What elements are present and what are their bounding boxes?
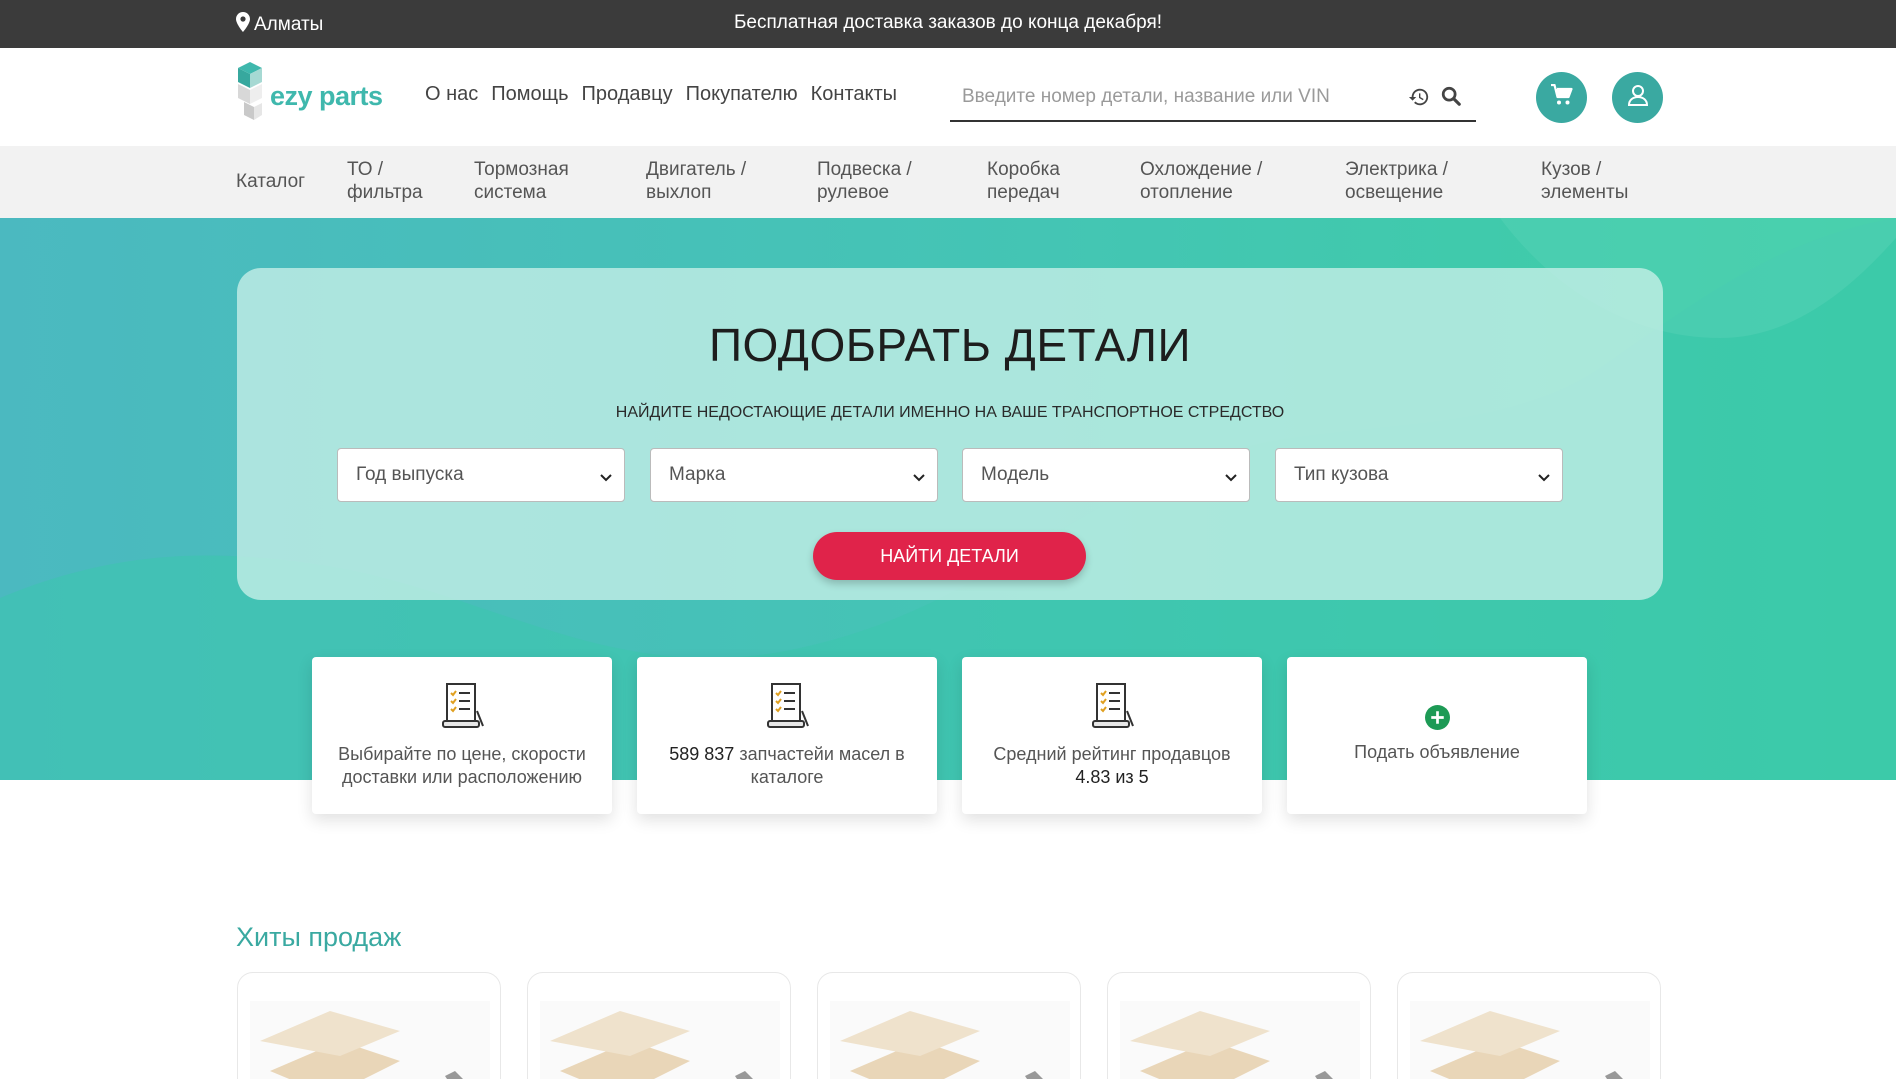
parts-finder-panel: ПОДОБРАТЬ ДЕТАЛИ НАЙДИТЕ НЕДОСТАЮЩИЕ ДЕТ…	[237, 268, 1663, 600]
product-box-image	[1120, 1001, 1360, 1079]
finder-title: ПОДОБРАТЬ ДЕТАЛИ	[708, 319, 1192, 371]
chevron-down-icon	[1538, 469, 1550, 487]
product-box-image	[830, 1001, 1070, 1079]
category-engine-exhaust[interactable]: Двигатель / выхлоп	[646, 158, 746, 204]
product-card[interactable]	[1107, 972, 1371, 1079]
make-select[interactable]: Марка	[650, 448, 938, 502]
category-transmission[interactable]: Коробка передач	[987, 158, 1060, 204]
history-icon[interactable]	[1408, 86, 1430, 113]
nav-buyer[interactable]: Покупателю	[686, 83, 798, 106]
find-parts-button[interactable]: НАЙТИ ДЕТАЛИ	[813, 532, 1086, 580]
city-selector[interactable]: Алматы	[236, 12, 323, 38]
category-electrics-lighting[interactable]: Электрика / освещение	[1345, 158, 1448, 204]
feature-card-choice: Выбирайте по цене, скорости доставки или…	[312, 657, 612, 814]
chevron-down-icon	[1225, 469, 1237, 487]
logo-text: ezy parts	[270, 81, 383, 111]
product-card[interactable]	[817, 972, 1081, 1079]
document-checklist-icon	[762, 681, 812, 736]
nav-contacts[interactable]: Контакты	[811, 83, 897, 106]
city-label: Алматы	[254, 14, 324, 35]
product-box-image	[540, 1001, 780, 1079]
feature-card-catalog-count: 589 837 запчастейи масел в каталоге	[637, 657, 937, 814]
logo-cube-icon	[236, 60, 266, 133]
document-checklist-icon	[1087, 681, 1137, 736]
post-ad-label: Подать объявление	[1354, 742, 1520, 762]
category-body-parts[interactable]: Кузов / элементы	[1541, 158, 1628, 204]
location-pin-icon	[236, 12, 250, 38]
nav-help[interactable]: Помощь	[491, 83, 568, 106]
cart-button[interactable]	[1536, 72, 1587, 123]
category-cooling-heating[interactable]: Охлождение / отопление	[1140, 158, 1262, 204]
header: ezy parts О нас Помощь Продавцу Покупате…	[0, 48, 1896, 146]
finder-subtitle: НАЙДИТЕ НЕДОСТАЮЩИЕ ДЕТАЛИ ИМЕННО НА ВАШ…	[615, 404, 1285, 421]
post-ad-card[interactable]: Подать объявление	[1287, 657, 1587, 814]
cart-icon	[1550, 83, 1574, 111]
category-brakes[interactable]: Тормозная система	[474, 158, 569, 204]
category-suspension-steering[interactable]: Подвеска / рулевое	[817, 158, 912, 204]
nav-about[interactable]: О нас	[425, 83, 478, 106]
chevron-down-icon	[600, 469, 612, 487]
catalog-count: 589 837	[669, 744, 735, 764]
document-checklist-icon	[437, 681, 487, 736]
category-maintenance-filters[interactable]: ТО / фильтра	[347, 158, 423, 204]
body-type-select[interactable]: Тип кузова	[1275, 448, 1563, 502]
category-bar: Каталог ТО / фильтра Тормозная система Дви…	[0, 146, 1896, 218]
feature-card-rating: Средний рейтинг продавцов 4.83 из 5	[962, 657, 1262, 814]
product-card[interactable]	[237, 972, 501, 1079]
model-select[interactable]: Модель	[962, 448, 1250, 502]
logo[interactable]: ezy parts	[236, 60, 383, 133]
product-box-image	[250, 1001, 490, 1079]
product-card[interactable]	[1397, 972, 1661, 1079]
main-nav: О нас Помощь Продавцу Покупателю Контакт…	[425, 83, 897, 106]
account-button[interactable]	[1612, 72, 1663, 123]
search-icon[interactable]	[1440, 85, 1462, 112]
product-box-image	[1410, 1001, 1650, 1079]
category-catalog[interactable]: Каталог	[236, 170, 305, 193]
year-select[interactable]: Год выпуска	[337, 448, 625, 502]
chevron-down-icon	[913, 469, 925, 487]
user-icon	[1627, 84, 1649, 111]
promo-text: Бесплатная доставка заказов до конца дек…	[733, 12, 1163, 33]
hero-section: ПОДОБРАТЬ ДЕТАЛИ НАЙДИТЕ НЕДОСТАЮЩИЕ ДЕТ…	[0, 218, 1896, 780]
plus-circle-icon	[1424, 705, 1450, 735]
search-input[interactable]	[962, 82, 1392, 112]
top-bar: Алматы Бесплатная доставка заказов до ко…	[0, 0, 1896, 48]
best-sellers-title: Хиты продаж	[236, 922, 402, 952]
product-card[interactable]	[527, 972, 791, 1079]
search-bar	[950, 74, 1476, 122]
nav-seller[interactable]: Продавцу	[582, 83, 673, 106]
seller-rating: 4.83 из 5	[1075, 767, 1149, 787]
